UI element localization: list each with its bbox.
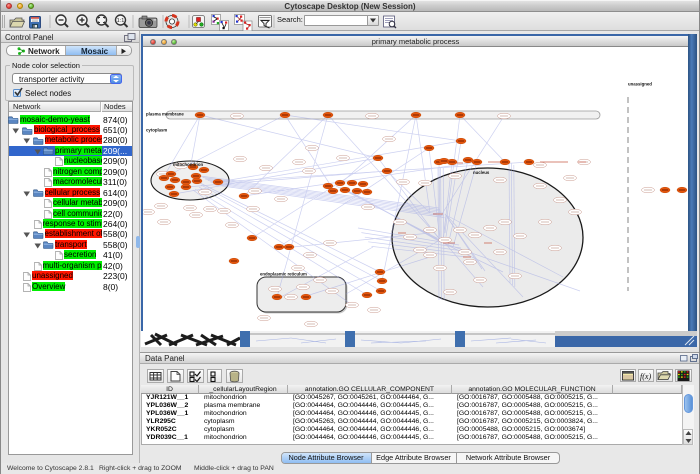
svg-text:1:1: 1:1 — [117, 18, 125, 24]
svg-text:mitochondrion: mitochondrion — [173, 162, 203, 167]
svg-text:nucleus: nucleus — [473, 170, 490, 175]
svg-text:f(x): f(x) — [640, 372, 651, 381]
svg-text:plasma membrane: plasma membrane — [146, 112, 184, 117]
svg-text:unassigned: unassigned — [628, 82, 652, 87]
svg-text:cytoplasm: cytoplasm — [146, 128, 167, 133]
svg-text:endoplasmic reticulum: endoplasmic reticulum — [260, 272, 307, 277]
